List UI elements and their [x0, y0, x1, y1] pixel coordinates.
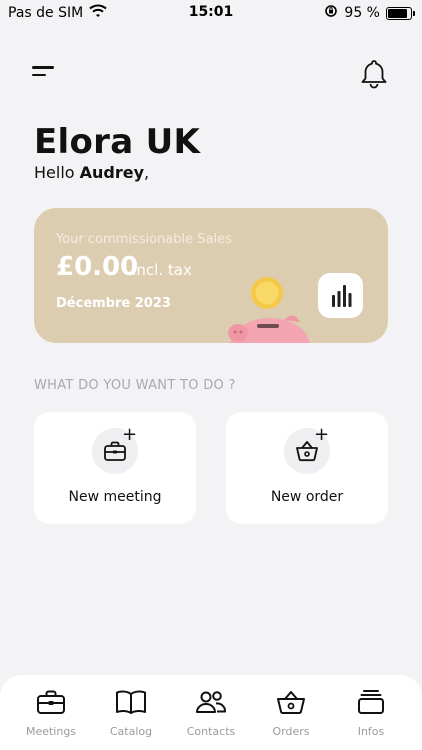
orientation-lock-icon [324, 4, 338, 22]
menu-button[interactable] [32, 66, 58, 82]
new-meeting-label: New meeting [68, 489, 162, 505]
plus-icon: + [314, 424, 330, 445]
actions-section-title: WHAT DO YOU WANT TO DO ? [34, 378, 236, 393]
status-bar: Pas de SIM 15:01 95 % [0, 0, 422, 26]
hamburger-menu-icon-line [32, 73, 46, 76]
basket-icon [277, 691, 305, 714]
battery-icon [386, 6, 415, 20]
sales-amount: £0.00 [56, 252, 139, 282]
greeting: Hello Audrey, [34, 163, 149, 182]
tab-infos-label: Infos [357, 725, 385, 738]
tab-orders[interactable]: Orders [256, 687, 326, 738]
notifications-button[interactable] [359, 58, 389, 90]
sales-label: Your commissionable Sales [56, 232, 232, 247]
greeting-prefix: Hello [34, 163, 80, 182]
tab-catalog-label: Catalog [109, 725, 153, 738]
new-meeting-card[interactable]: + New meeting [34, 412, 196, 524]
stack-icon [358, 690, 384, 714]
company-title: Elora UK [34, 122, 201, 162]
tab-orders-label: Orders [272, 725, 310, 738]
new-order-card[interactable]: + New order [226, 412, 388, 524]
hamburger-menu-icon [32, 66, 54, 69]
plus-icon: + [122, 424, 138, 445]
sales-tax-note: Incl. tax [132, 261, 192, 279]
greeting-suffix: , [144, 163, 150, 182]
battery-percent: 95 % [344, 5, 380, 21]
tab-catalog[interactable]: Catalog [96, 687, 166, 738]
sales-chart-button[interactable] [318, 273, 363, 318]
tab-contacts-label: Contacts [186, 725, 236, 738]
user-name: Audrey [79, 163, 145, 182]
tab-infos[interactable]: Infos [336, 687, 406, 738]
tab-contacts[interactable]: Contacts [176, 687, 246, 738]
battery-fill [388, 8, 407, 18]
new-order-label: New order [270, 489, 344, 505]
piggy-bank-illustration [228, 277, 310, 343]
bottom-tab-bar: Meetings Catalog Contacts Orders Infos [0, 675, 422, 750]
sales-period: Décembre 2023 [56, 296, 171, 311]
briefcase-icon [37, 690, 65, 714]
book-icon [116, 690, 146, 714]
sales-summary-card[interactable]: Your commissionable Sales £0.00 Incl. ta… [34, 208, 388, 343]
status-right: 95 % [324, 4, 415, 22]
bar-chart-icon [331, 284, 351, 307]
tab-meetings[interactable]: Meetings [16, 687, 86, 738]
tab-meetings-label: Meetings [25, 725, 77, 738]
bell-icon [361, 60, 387, 89]
contacts-icon [196, 691, 226, 713]
